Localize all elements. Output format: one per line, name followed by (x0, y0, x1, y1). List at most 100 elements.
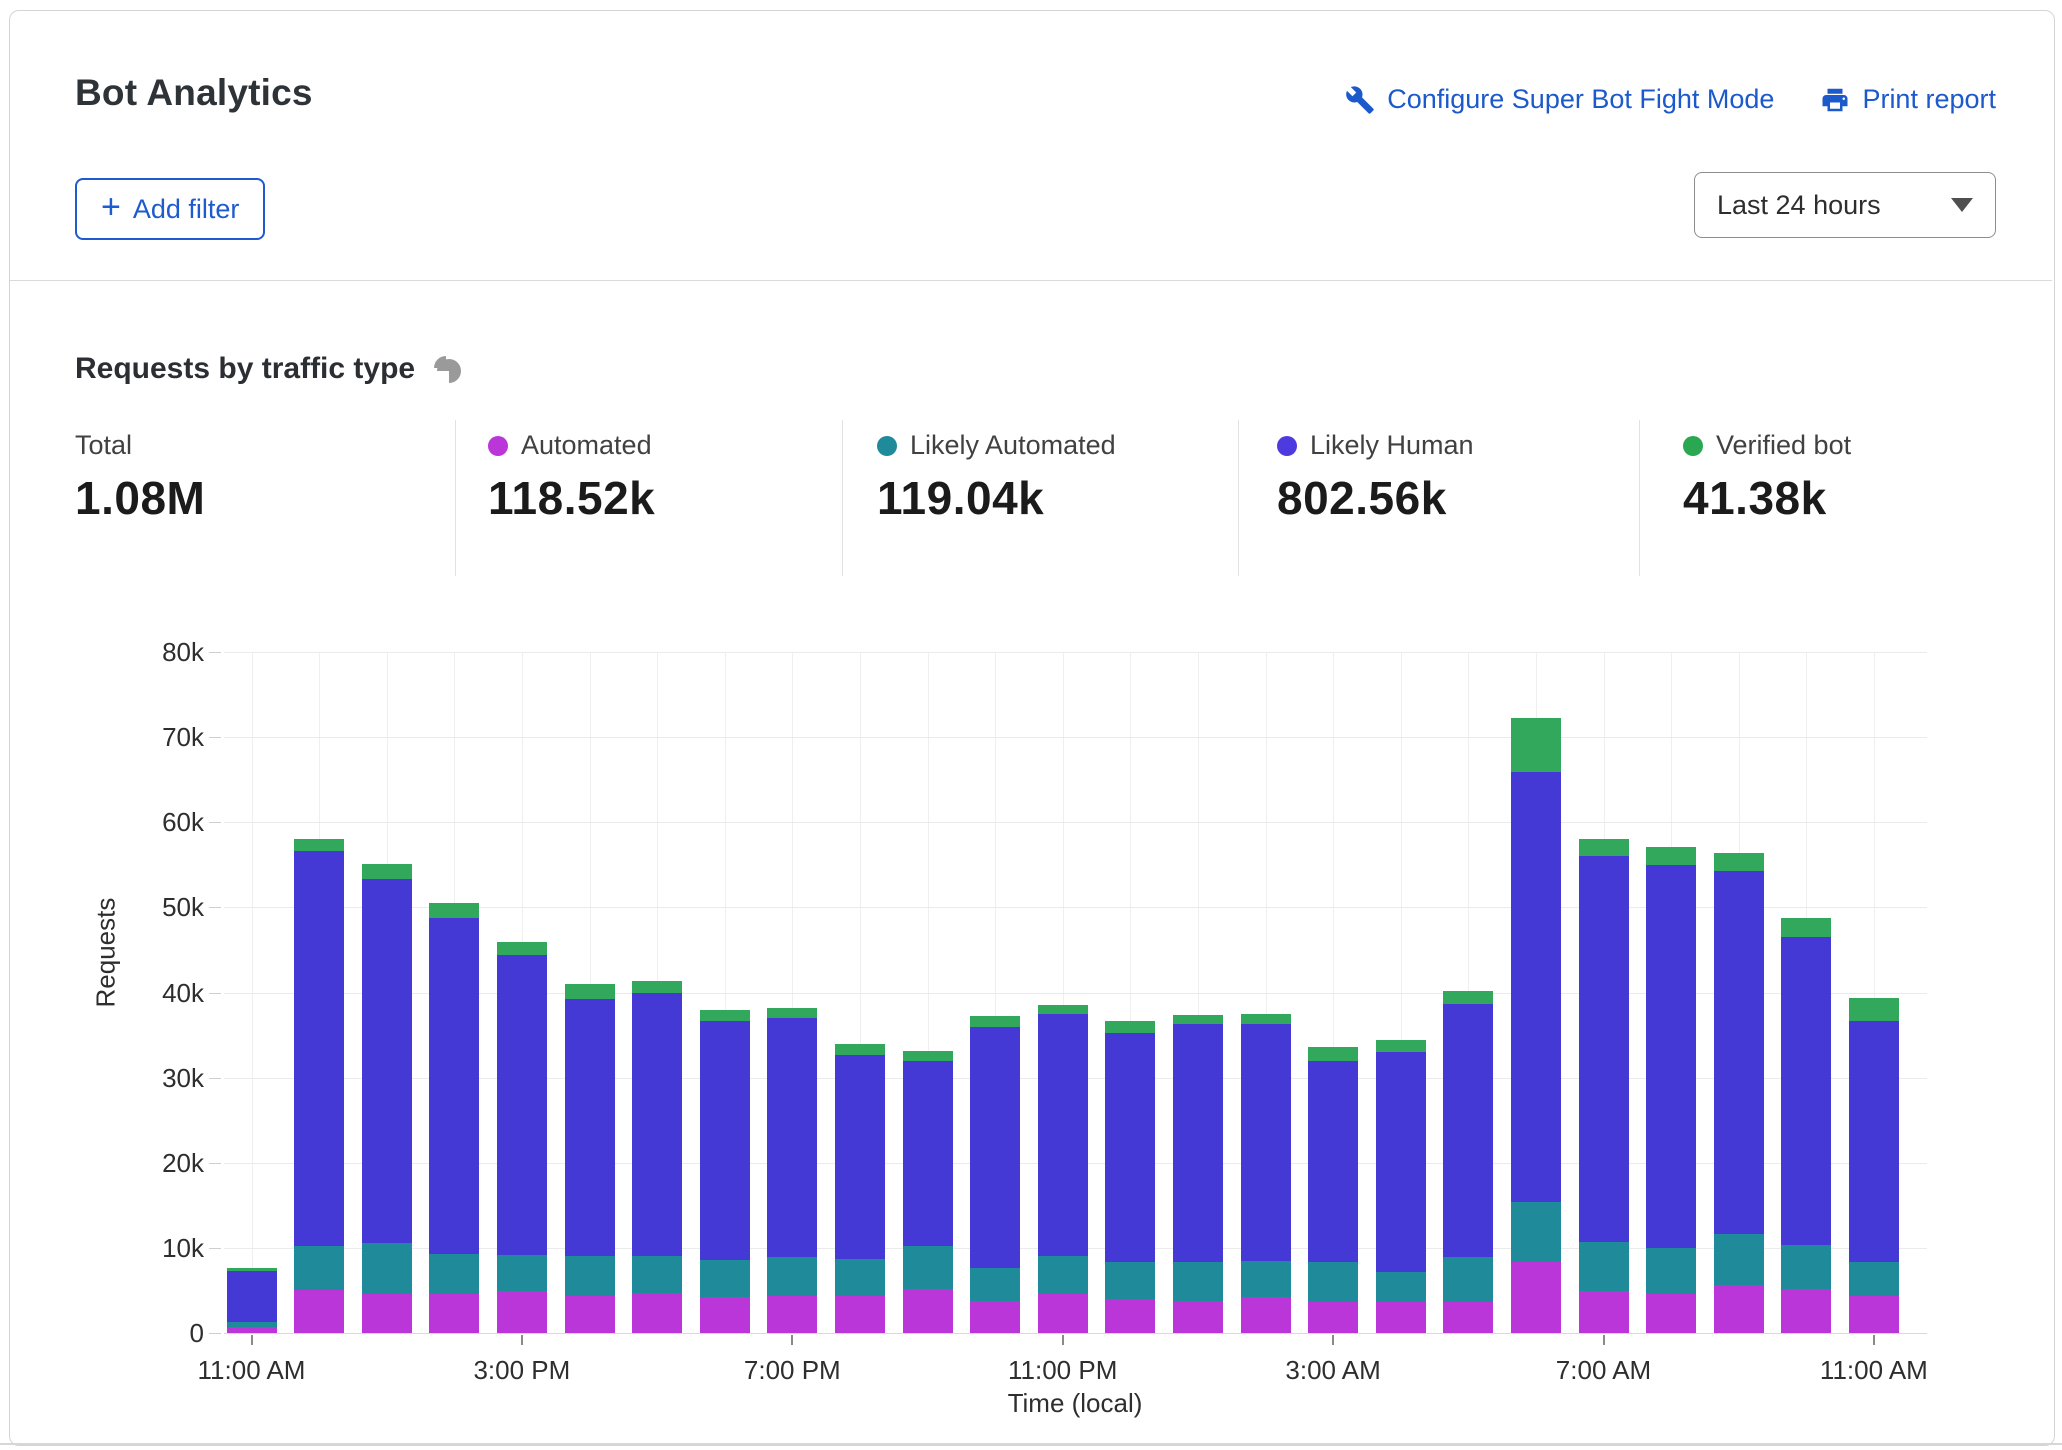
bar-segment-likely-automated[interactable] (835, 1259, 885, 1296)
bar-segment-likely-human[interactable] (1579, 856, 1629, 1242)
bar-segment-verified-bot[interactable] (1849, 998, 1899, 1021)
bar-segment-verified-bot[interactable] (429, 903, 479, 918)
bar-segment-automated[interactable] (1714, 1285, 1764, 1333)
bar-segment-likely-automated[interactable] (700, 1260, 750, 1297)
bar-segment-likely-human[interactable] (1173, 1024, 1223, 1261)
bar-segment-automated[interactable] (1781, 1289, 1831, 1333)
bar-segment-verified-bot[interactable] (565, 984, 615, 999)
bar-segment-automated[interactable] (1038, 1294, 1088, 1333)
bar-segment-likely-automated[interactable] (1646, 1248, 1696, 1294)
bar-segment-likely-human[interactable] (1849, 1021, 1899, 1261)
bar-segment-likely-human[interactable] (1646, 865, 1696, 1248)
bar-segment-automated[interactable] (362, 1294, 412, 1333)
bar-segment-likely-automated[interactable] (1376, 1272, 1426, 1303)
bar-segment-verified-bot[interactable] (227, 1268, 277, 1271)
bar-segment-automated[interactable] (1443, 1302, 1493, 1333)
bar-segment-verified-bot[interactable] (700, 1010, 750, 1022)
bar-segment-automated[interactable] (1173, 1301, 1223, 1333)
bar-segment-likely-automated[interactable] (1105, 1262, 1155, 1299)
bar-segment-automated[interactable] (565, 1296, 615, 1333)
bar-segment-verified-bot[interactable] (632, 981, 682, 994)
bar-segment-likely-automated[interactable] (632, 1256, 682, 1293)
bar-segment-automated[interactable] (429, 1294, 479, 1333)
stat-automated[interactable]: Automated 118.52k (488, 430, 655, 525)
bar-segment-likely-human[interactable] (497, 955, 547, 1255)
bar-segment-verified-bot[interactable] (1646, 847, 1696, 865)
bar-segment-verified-bot[interactable] (1714, 853, 1764, 871)
bar-segment-automated[interactable] (1376, 1302, 1426, 1333)
bar-segment-automated[interactable] (294, 1290, 344, 1333)
bar-segment-automated[interactable] (1849, 1296, 1899, 1333)
bar-segment-likely-human[interactable] (835, 1055, 885, 1259)
bar-segment-likely-human[interactable] (700, 1021, 750, 1259)
bar-segment-likely-automated[interactable] (1241, 1261, 1291, 1298)
bar-segment-automated[interactable] (632, 1293, 682, 1333)
bar-segment-likely-human[interactable] (903, 1061, 953, 1247)
bar-segment-automated[interactable] (1646, 1294, 1696, 1333)
bar-segment-verified-bot[interactable] (1443, 991, 1493, 1004)
bar-segment-verified-bot[interactable] (1579, 839, 1629, 856)
bar-segment-automated[interactable] (1241, 1297, 1291, 1333)
bar-segment-likely-human[interactable] (227, 1271, 277, 1322)
bar-segment-likely-automated[interactable] (1511, 1202, 1561, 1262)
bar-segment-likely-human[interactable] (1781, 937, 1831, 1245)
stat-likely-human[interactable]: Likely Human 802.56k (1277, 430, 1474, 525)
bar-segment-likely-human[interactable] (1714, 871, 1764, 1234)
bar-segment-likely-human[interactable] (632, 993, 682, 1256)
bar-segment-automated[interactable] (1579, 1291, 1629, 1333)
bar-segment-verified-bot[interactable] (1038, 1005, 1088, 1014)
bar-segment-verified-bot[interactable] (835, 1044, 885, 1055)
bar-segment-verified-bot[interactable] (767, 1008, 817, 1018)
bar-segment-verified-bot[interactable] (362, 864, 412, 879)
bar-segment-verified-bot[interactable] (1781, 918, 1831, 937)
bar-segment-likely-human[interactable] (1038, 1014, 1088, 1256)
bar-segment-likely-human[interactable] (1443, 1004, 1493, 1258)
bar-segment-likely-automated[interactable] (497, 1255, 547, 1292)
bar-segment-automated[interactable] (700, 1297, 750, 1333)
stat-likely-automated[interactable]: Likely Automated 119.04k (877, 430, 1116, 525)
bar-segment-verified-bot[interactable] (970, 1016, 1020, 1026)
bar-segment-automated[interactable] (497, 1291, 547, 1333)
bar-segment-verified-bot[interactable] (497, 942, 547, 955)
bar-segment-verified-bot[interactable] (1241, 1014, 1291, 1024)
bar-segment-likely-automated[interactable] (362, 1243, 412, 1294)
bar-segment-likely-human[interactable] (1105, 1033, 1155, 1263)
bar-segment-likely-human[interactable] (294, 851, 344, 1246)
bar-segment-likely-human[interactable] (970, 1027, 1020, 1269)
bar-segment-likely-human[interactable] (1376, 1052, 1426, 1272)
print-report-link[interactable]: Print report (1820, 84, 1996, 115)
bar-segment-likely-automated[interactable] (1038, 1256, 1088, 1294)
bar-segment-likely-automated[interactable] (227, 1322, 277, 1327)
bar-segment-verified-bot[interactable] (1173, 1015, 1223, 1024)
bar-segment-likely-automated[interactable] (903, 1246, 953, 1289)
bar-segment-verified-bot[interactable] (1376, 1040, 1426, 1052)
bar-segment-likely-human[interactable] (1511, 772, 1561, 1202)
bar-segment-likely-automated[interactable] (1308, 1262, 1358, 1303)
bar-segment-likely-automated[interactable] (1781, 1245, 1831, 1288)
bar-segment-automated[interactable] (903, 1289, 953, 1333)
add-filter-button[interactable]: + Add filter (75, 178, 265, 240)
bar-segment-automated[interactable] (1511, 1262, 1561, 1334)
bar-segment-automated[interactable] (767, 1296, 817, 1333)
bar-segment-verified-bot[interactable] (1511, 718, 1561, 772)
bar-segment-verified-bot[interactable] (1105, 1021, 1155, 1032)
bar-segment-automated[interactable] (1105, 1299, 1155, 1333)
bar-segment-likely-automated[interactable] (1579, 1242, 1629, 1291)
bar-segment-automated[interactable] (227, 1327, 277, 1333)
bar-segment-automated[interactable] (835, 1296, 885, 1333)
bar-segment-likely-human[interactable] (767, 1018, 817, 1257)
bar-segment-automated[interactable] (1308, 1302, 1358, 1333)
bar-segment-likely-automated[interactable] (1849, 1262, 1899, 1296)
bar-segment-likely-automated[interactable] (970, 1268, 1020, 1300)
stat-verified-bot[interactable]: Verified bot 41.38k (1683, 430, 1851, 525)
bar-segment-likely-human[interactable] (362, 879, 412, 1242)
bar-segment-likely-automated[interactable] (1173, 1262, 1223, 1301)
bar-segment-likely-automated[interactable] (1443, 1257, 1493, 1301)
bar-segment-likely-human[interactable] (565, 999, 615, 1256)
configure-super-bot-fight-mode-link[interactable]: Configure Super Bot Fight Mode (1345, 84, 1774, 115)
bar-segment-likely-automated[interactable] (429, 1254, 479, 1294)
time-range-select[interactable]: Last 24 hours (1694, 172, 1996, 238)
bar-segment-likely-human[interactable] (429, 918, 479, 1253)
bar-segment-verified-bot[interactable] (294, 839, 344, 851)
bar-segment-automated[interactable] (970, 1301, 1020, 1333)
